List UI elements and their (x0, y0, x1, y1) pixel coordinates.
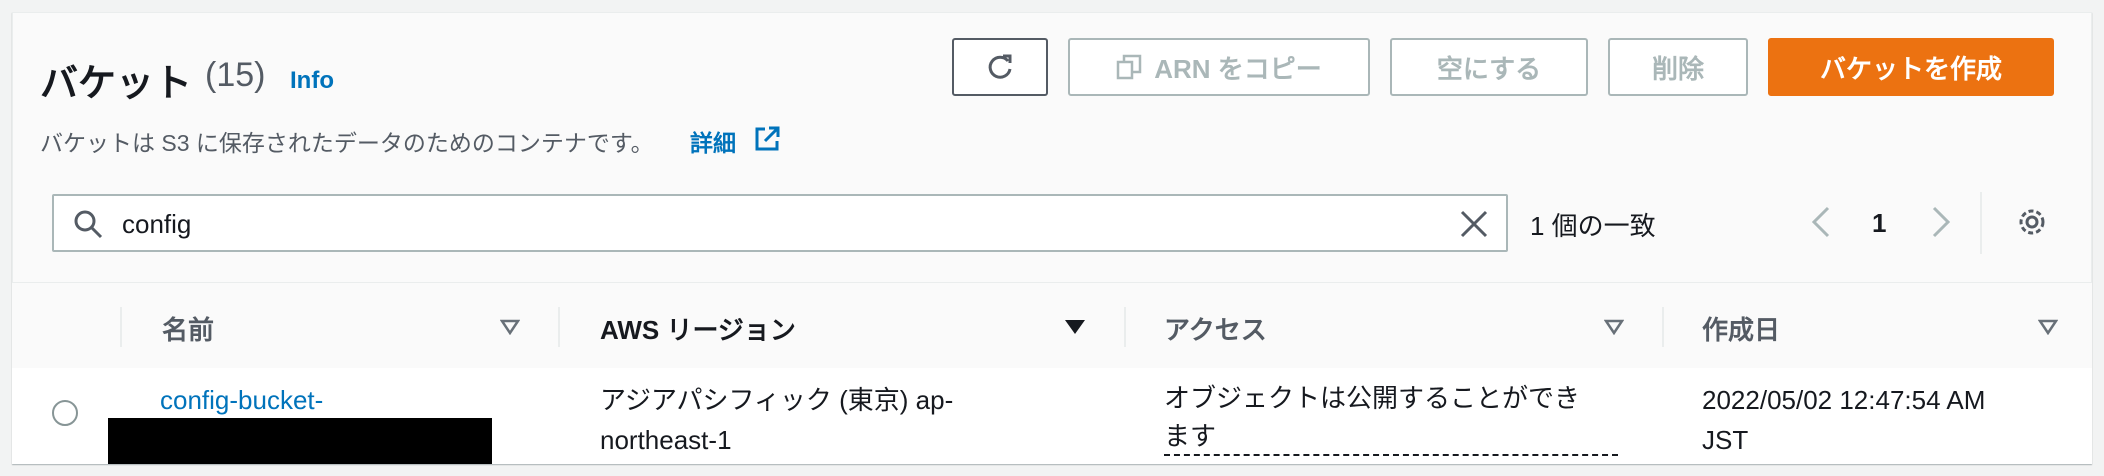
column-divider (1662, 307, 1664, 347)
clear-search-icon[interactable] (1458, 208, 1490, 240)
details-link[interactable]: 詳細 (690, 124, 736, 158)
created-line-2: JST (1702, 425, 1749, 455)
bucket-count: (15) (205, 56, 266, 94)
column-divider (1124, 307, 1126, 347)
copy-arn-button[interactable]: ARN をコピー (1068, 38, 1370, 96)
next-page-icon[interactable] (1926, 204, 1954, 240)
table-header: 名前 AWS リージョン アクセス 作成日 (12, 282, 2092, 370)
sort-caret-icon[interactable] (1604, 319, 1624, 335)
redacted-name-block (108, 418, 492, 464)
column-header-access[interactable]: アクセス (1164, 310, 1267, 347)
created-line-1: 2022/05/02 12:47:54 AM (1702, 385, 1986, 415)
sort-caret-active-icon[interactable] (1064, 319, 1086, 335)
external-link-icon[interactable] (752, 124, 782, 154)
region-line-1: アジアパシフィック (東京) ap- (600, 385, 954, 415)
copy-icon (1116, 54, 1142, 80)
bucket-name-link[interactable]: config-bucket- (160, 380, 323, 420)
row-select-radio[interactable] (52, 400, 78, 426)
column-divider (120, 307, 122, 347)
column-header-created[interactable]: 作成日 (1702, 310, 1780, 347)
gear-icon[interactable] (2014, 204, 2050, 240)
access-line-1: オブジェクトは公開することができ (1164, 383, 1581, 413)
copy-arn-label: ARN をコピー (1154, 53, 1322, 84)
info-link[interactable]: Info (290, 67, 334, 95)
table-row[interactable]: config-bucket- アジアパシフィック (東京) ap- northe… (12, 368, 2092, 464)
match-count: 1 個の一致 (1530, 211, 1656, 241)
page-title: バケット (40, 63, 193, 105)
pager-divider (1980, 192, 1982, 254)
sort-caret-icon[interactable] (2038, 319, 2058, 335)
region-line-2: northeast-1 (600, 425, 732, 455)
delete-bucket-button[interactable]: 削除 (1608, 38, 1748, 96)
current-page-number[interactable]: 1 (1872, 208, 1886, 239)
sort-caret-icon[interactable] (500, 319, 520, 335)
column-divider (558, 307, 560, 347)
refresh-button[interactable] (952, 38, 1048, 96)
search-field[interactable]: config (52, 194, 1508, 252)
search-icon (74, 210, 103, 239)
previous-page-icon[interactable] (1808, 204, 1836, 240)
search-input[interactable]: config (122, 209, 191, 240)
description-text: バケットは S3 に保存されたデータのためのコンテナです。 (40, 130, 654, 156)
refresh-icon (988, 54, 1012, 79)
create-bucket-button[interactable]: バケットを作成 (1768, 38, 2054, 96)
access-line-2[interactable]: ます (1164, 416, 1618, 456)
column-header-name[interactable]: 名前 (162, 310, 214, 347)
empty-bucket-button[interactable]: 空にする (1390, 38, 1588, 96)
column-header-region[interactable]: AWS リージョン (600, 310, 796, 347)
